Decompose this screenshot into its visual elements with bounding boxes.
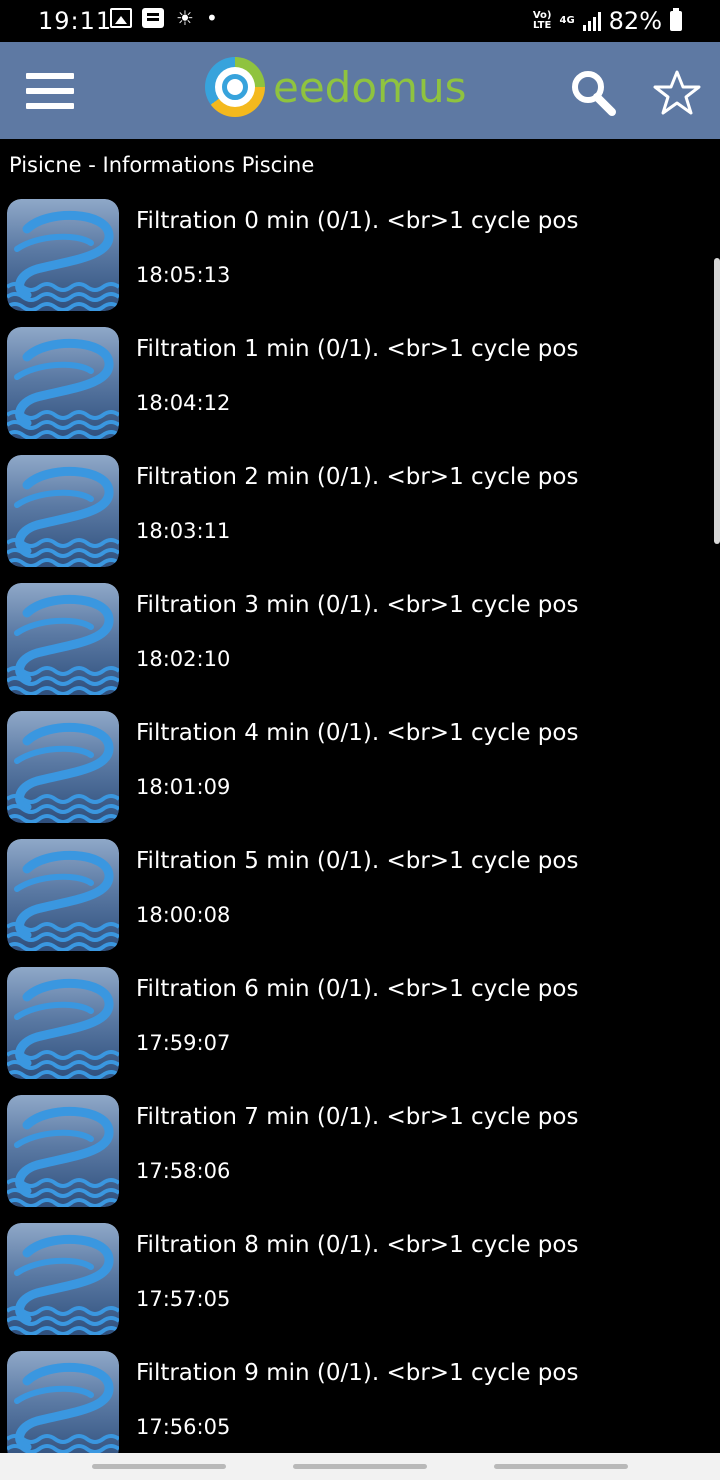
list-item-title: Filtration 5 min (0/1). <br>1 cycle pos	[136, 848, 579, 874]
image-icon	[110, 8, 132, 28]
eedomus-logo: eedomus	[205, 57, 466, 117]
nav-recents-handle[interactable]	[494, 1464, 628, 1469]
list-item-time: 17:59:07	[136, 1031, 231, 1055]
logo-text: eedomus	[273, 62, 467, 112]
list-item-title: Filtration 7 min (0/1). <br>1 cycle pos	[136, 1104, 579, 1130]
search-icon	[572, 71, 616, 116]
pool-icon	[7, 199, 119, 311]
notification-icons: ☀ •	[110, 8, 218, 28]
list-item-time: 17:57:05	[136, 1287, 231, 1311]
pool-icon	[7, 1223, 119, 1335]
list-item-time: 17:58:06	[136, 1159, 231, 1183]
list-item-time: 18:04:12	[136, 391, 231, 415]
status-time: 19:11	[38, 7, 113, 35]
menu-button[interactable]	[26, 73, 74, 109]
app-bar: eedomus	[0, 42, 720, 139]
nav-home-handle[interactable]	[293, 1464, 427, 1469]
list-item-time: 18:01:09	[136, 775, 231, 799]
signal-icon	[582, 11, 601, 31]
list-item-time: 18:05:13	[136, 263, 231, 287]
volte-indicator: Vo) LTE	[532, 10, 552, 31]
status-dot: •	[206, 6, 218, 30]
star-icon	[653, 70, 701, 115]
list-item[interactable]: Filtration 6 min (0/1). <br>1 cycle pos …	[0, 964, 720, 1092]
list-item[interactable]: Filtration 5 min (0/1). <br>1 cycle pos …	[0, 836, 720, 964]
status-bar: 19:11 ☀ • Vo) LTE 4G 82%	[0, 0, 720, 42]
list-item[interactable]: Filtration 4 min (0/1). <br>1 cycle pos …	[0, 708, 720, 836]
list-item[interactable]: Filtration 1 min (0/1). <br>1 cycle pos …	[0, 324, 720, 452]
list-item-title: Filtration 3 min (0/1). <br>1 cycle pos	[136, 592, 579, 618]
pool-icon	[7, 583, 119, 695]
list-item[interactable]: Filtration 2 min (0/1). <br>1 cycle pos …	[0, 452, 720, 580]
logo-icon	[205, 57, 265, 117]
list-item[interactable]: Filtration 0 min (0/1). <br>1 cycle pos …	[0, 196, 720, 324]
nav-back-handle[interactable]	[92, 1464, 226, 1469]
weather-icon: ☀	[176, 6, 194, 30]
system-icons: Vo) LTE 4G 82%	[533, 7, 682, 35]
navigation-bar	[0, 1453, 720, 1480]
pool-icon	[7, 455, 119, 567]
pool-icon	[7, 967, 119, 1079]
pool-icon	[7, 1095, 119, 1207]
scrollbar[interactable]	[714, 258, 720, 544]
search-button[interactable]	[568, 68, 618, 118]
list-item[interactable]: Filtration 3 min (0/1). <br>1 cycle pos …	[0, 580, 720, 708]
pool-icon	[7, 327, 119, 439]
battery-percent: 82%	[608, 7, 662, 35]
network-type: 4G	[559, 15, 575, 26]
list-item[interactable]: Filtration 8 min (0/1). <br>1 cycle pos …	[0, 1220, 720, 1348]
pool-icon	[7, 711, 119, 823]
list-item-time: 18:00:08	[136, 903, 231, 927]
history-list: Filtration 0 min (0/1). <br>1 cycle pos …	[0, 196, 720, 1476]
list-item-time: 18:03:11	[136, 519, 231, 543]
pool-icon	[7, 839, 119, 951]
list-item-title: Filtration 4 min (0/1). <br>1 cycle pos	[136, 720, 579, 746]
page-title: Pisicne - Informations Piscine	[9, 153, 315, 177]
message-icon	[142, 8, 164, 28]
list-item[interactable]: Filtration 7 min (0/1). <br>1 cycle pos …	[0, 1092, 720, 1220]
list-item-title: Filtration 1 min (0/1). <br>1 cycle pos	[136, 336, 579, 362]
pool-icon	[7, 1351, 119, 1463]
list-item-title: Filtration 0 min (0/1). <br>1 cycle pos	[136, 208, 579, 234]
battery-icon	[670, 8, 682, 31]
list-item-title: Filtration 8 min (0/1). <br>1 cycle pos	[136, 1232, 579, 1258]
list-item-title: Filtration 9 min (0/1). <br>1 cycle pos	[136, 1360, 579, 1386]
favorite-button[interactable]	[652, 68, 702, 118]
list-item-title: Filtration 6 min (0/1). <br>1 cycle pos	[136, 976, 579, 1002]
list-item-time: 17:56:05	[136, 1415, 231, 1439]
menu-icon	[26, 73, 74, 79]
list-item-title: Filtration 2 min (0/1). <br>1 cycle pos	[136, 464, 579, 490]
list-item-time: 18:02:10	[136, 647, 231, 671]
